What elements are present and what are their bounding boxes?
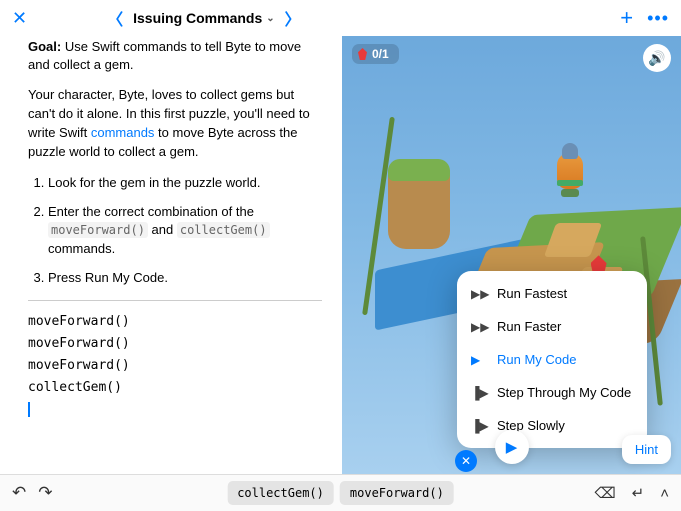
close-menu-button[interactable]: ✕ xyxy=(455,450,477,472)
chevron-down-icon: ⌄ xyxy=(266,13,274,24)
step-list: Look for the gem in the puzzle world. En… xyxy=(28,174,322,288)
code-line: collectGem() xyxy=(28,377,322,399)
gem-icon xyxy=(358,48,367,60)
byte-character xyxy=(555,143,585,199)
delete-icon[interactable]: ⌫ xyxy=(594,484,615,502)
close-icon: ✕ xyxy=(461,454,471,468)
goal-label: Goal: xyxy=(28,39,61,54)
fast-forward-icon: ▶▶ xyxy=(471,320,487,334)
step-icon: ▐▶ xyxy=(471,386,487,400)
chevron-right-icon[interactable]: 〉 xyxy=(285,6,301,30)
code-suggestions: collectGem() moveForward() xyxy=(227,481,454,505)
suggestion-chip[interactable]: collectGem() xyxy=(227,481,334,505)
hint-button[interactable]: Hint xyxy=(622,435,671,464)
step-item: Press Run My Code. xyxy=(48,269,322,288)
add-icon[interactable]: + xyxy=(620,5,633,31)
step-item: Enter the correct combination of the mov… xyxy=(48,203,322,260)
chapter-title-button[interactable]: Issuing Commands ⌄ xyxy=(133,10,275,26)
return-icon[interactable]: ↵ xyxy=(632,484,645,502)
menu-item-run-faster[interactable]: ▶▶Run Faster xyxy=(457,310,647,343)
fast-forward-icon: ▶▶ xyxy=(471,287,487,301)
play-button[interactable]: ▶ xyxy=(495,430,529,464)
description-text: Your character, Byte, loves to collect g… xyxy=(28,86,322,161)
more-icon[interactable]: ••• xyxy=(647,8,669,29)
menu-item-run-fastest[interactable]: ▶▶Run Fastest xyxy=(457,277,647,310)
commands-link[interactable]: commands xyxy=(91,125,155,140)
suggestion-chip[interactable]: moveForward() xyxy=(340,481,454,505)
sound-button[interactable]: 🔊 xyxy=(643,44,671,72)
run-speed-menu: ▶▶Run Fastest ▶▶Run Faster ▶Run My Code … xyxy=(457,271,647,448)
puzzle-world[interactable]: 0/1 🔊 ▶▶Run Fastest ▶▶Run Faster ▶Run My… xyxy=(342,36,681,474)
gem-counter: 0/1 xyxy=(352,44,399,64)
code-line: moveForward() xyxy=(28,311,322,333)
top-toolbar: ✕ 〈 Issuing Commands ⌄ 〉 + ••• xyxy=(0,0,681,36)
code-line: moveForward() xyxy=(28,333,322,355)
gem-count-label: 0/1 xyxy=(372,47,389,61)
speaker-icon: 🔊 xyxy=(648,50,665,67)
goal-text: Goal: Use Swift commands to tell Byte to… xyxy=(28,38,322,74)
play-icon: ▶ xyxy=(471,353,487,367)
code-editor[interactable]: moveForward() moveForward() moveForward(… xyxy=(28,311,322,421)
chapter-title-label: Issuing Commands xyxy=(133,10,262,26)
instruction-panel: Goal: Use Swift commands to tell Byte to… xyxy=(0,36,342,474)
inline-code: collectGem() xyxy=(177,222,270,238)
play-icon: ▶ xyxy=(506,438,518,456)
chevron-left-icon[interactable]: 〈 xyxy=(107,6,123,30)
bottom-toolbar: ↶ ↷ collectGem() moveForward() ⌫ ↵ ˄ xyxy=(0,474,681,511)
inline-code: moveForward() xyxy=(48,222,148,238)
text-cursor xyxy=(28,402,30,417)
code-line: moveForward() xyxy=(28,355,322,377)
menu-item-step-slowly[interactable]: ▐▶Step Slowly xyxy=(457,409,647,442)
divider xyxy=(28,300,322,301)
redo-button[interactable]: ↷ xyxy=(38,483,52,503)
step-icon: ▐▶ xyxy=(471,419,487,433)
undo-button[interactable]: ↶ xyxy=(12,483,26,503)
close-icon[interactable]: ✕ xyxy=(12,8,27,29)
step-item: Look for the gem in the puzzle world. xyxy=(48,174,322,193)
menu-item-step-through[interactable]: ▐▶Step Through My Code xyxy=(457,376,647,409)
menu-item-run-my-code[interactable]: ▶Run My Code xyxy=(457,343,647,376)
keyboard-toggle-icon[interactable]: ˄ xyxy=(660,485,669,502)
chapter-nav: 〈 Issuing Commands ⌄ 〉 xyxy=(107,6,301,30)
